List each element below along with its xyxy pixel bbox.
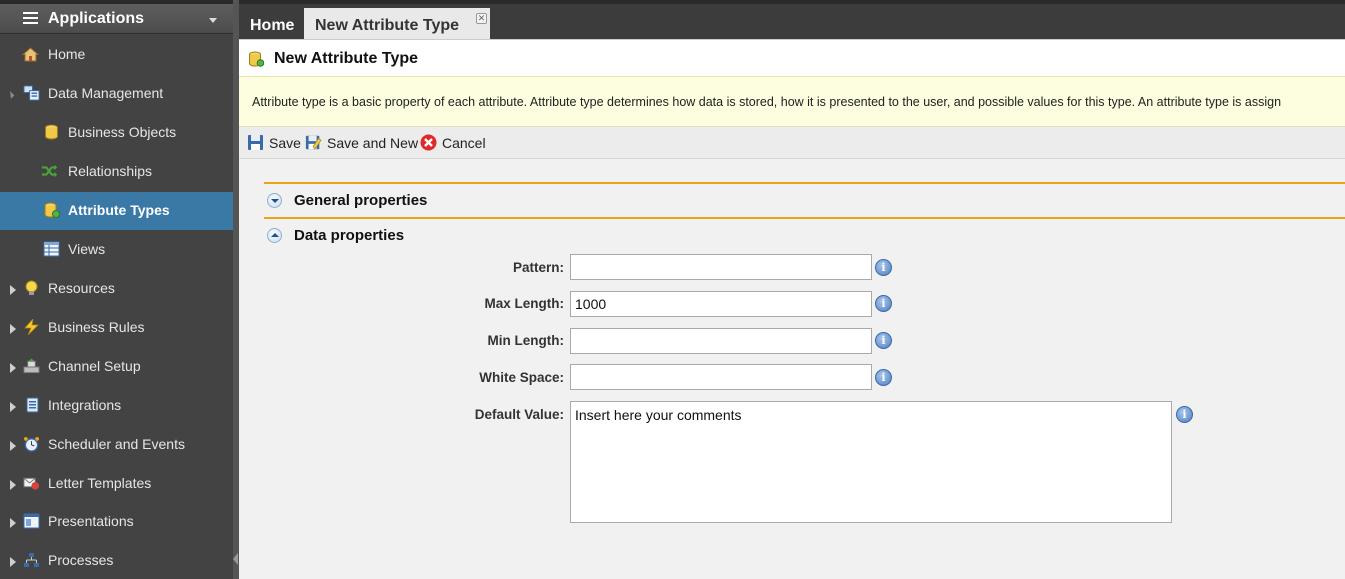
collapsed-arrow-icon bbox=[10, 324, 16, 334]
letter-templates-icon bbox=[23, 477, 40, 490]
save-and-new-icon bbox=[305, 135, 322, 150]
white-space-label: White Space: bbox=[479, 370, 564, 385]
min-length-label: Min Length: bbox=[487, 333, 564, 348]
data-properties-section[interactable]: Data properties bbox=[264, 217, 1345, 252]
sidebar-item-resources[interactable]: Resources bbox=[0, 270, 233, 306]
presentations-icon bbox=[23, 513, 40, 529]
max-length-input[interactable] bbox=[570, 291, 872, 317]
expanded-arrow-icon bbox=[6, 91, 15, 99]
sidebar-item-integrations[interactable]: Integrations bbox=[0, 387, 233, 423]
sidebar-item-label: Business Objects bbox=[68, 124, 177, 140]
sidebar-item-processes[interactable]: Processes bbox=[0, 542, 233, 578]
sidebar-item-label: Home bbox=[48, 46, 86, 62]
collapse-arrow-icon[interactable] bbox=[233, 553, 238, 565]
collapse-section-icon[interactable] bbox=[267, 228, 282, 243]
section-title: Data properties bbox=[294, 227, 405, 244]
sidebar-item-data-management[interactable]: Data Management bbox=[0, 75, 233, 111]
sidebar-item-relationships[interactable]: Relationships bbox=[0, 153, 233, 189]
processes-icon bbox=[24, 553, 39, 567]
default-value-info-icon[interactable]: i bbox=[1176, 406, 1193, 423]
page-description: Attribute type is a basic property of ea… bbox=[252, 95, 1282, 109]
collapsed-arrow-icon bbox=[10, 285, 16, 295]
min-length-info-icon[interactable]: i bbox=[875, 332, 892, 349]
main-content: New Attribute Type Attribute type is a b… bbox=[239, 39, 1345, 579]
close-tab-icon[interactable]: ✕ bbox=[476, 13, 487, 24]
sidebar-item-business-rules[interactable]: Business Rules bbox=[0, 309, 233, 345]
white-space-info-icon[interactable]: i bbox=[875, 369, 892, 386]
integrations-icon bbox=[26, 397, 39, 413]
sidebar-item-business-objects[interactable]: Business Objects bbox=[0, 114, 233, 150]
description-bar: Attribute type is a basic property of ea… bbox=[239, 76, 1345, 127]
applications-title: Applications bbox=[48, 10, 145, 27]
lightning-icon bbox=[24, 319, 39, 335]
tab-home[interactable]: Home bbox=[239, 8, 303, 43]
max-length-label: Max Length: bbox=[484, 296, 565, 311]
white-space-input[interactable] bbox=[570, 364, 872, 390]
pattern-info-icon[interactable]: i bbox=[875, 259, 892, 276]
general-properties-section[interactable]: General properties bbox=[264, 182, 1345, 217]
tab-bar: Home New Attribute Type ✕ bbox=[239, 0, 1345, 43]
pattern-label: Pattern: bbox=[512, 260, 564, 275]
sidebar-item-presentations[interactable]: Presentations bbox=[0, 503, 233, 539]
sidebar-item-label: Processes bbox=[48, 552, 114, 568]
sidebar-item-label: Views bbox=[68, 241, 106, 257]
tab-label: New Attribute Type bbox=[315, 17, 460, 34]
cancel-icon bbox=[420, 134, 437, 151]
min-length-input[interactable] bbox=[570, 328, 872, 354]
alarm-clock-icon bbox=[23, 436, 40, 452]
dropdown-caret-icon bbox=[209, 18, 217, 23]
tab-new-attribute-type[interactable]: New Attribute Type ✕ bbox=[304, 8, 490, 43]
sidebar: Applications Home Data Management Busine… bbox=[0, 0, 233, 579]
data-management-icon bbox=[23, 85, 40, 101]
sidebar-item-label: Attribute Types bbox=[68, 202, 170, 218]
sidebar-item-attribute-types[interactable]: Attribute Types bbox=[0, 192, 233, 230]
sidebar-item-label: Business Rules bbox=[48, 319, 145, 335]
sidebar-item-letter-templates[interactable]: Letter Templates bbox=[0, 465, 233, 501]
sidebar-item-label: Relationships bbox=[68, 163, 153, 179]
section-title: General properties bbox=[294, 192, 428, 209]
sidebar-item-label: Data Management bbox=[48, 85, 164, 101]
toolbar: Save Save and New Cancel bbox=[239, 127, 1345, 159]
save-label: Save bbox=[269, 135, 301, 151]
sidebar-item-scheduler-and-events[interactable]: Scheduler and Events bbox=[0, 426, 233, 462]
default-value-label: Default Value: bbox=[474, 407, 564, 422]
sidebar-item-label: Channel Setup bbox=[48, 358, 141, 374]
app-window: Applications Home Data Management Busine… bbox=[0, 0, 1345, 579]
channel-setup-icon bbox=[23, 358, 40, 374]
expand-section-icon[interactable] bbox=[267, 193, 282, 208]
collapsed-arrow-icon bbox=[10, 557, 16, 567]
database-icon bbox=[45, 124, 58, 140]
collapsed-arrow-icon bbox=[10, 518, 16, 528]
home-icon bbox=[22, 47, 39, 62]
sidebar-item-channel-setup[interactable]: Channel Setup bbox=[0, 348, 233, 384]
save-and-new-label: Save and New bbox=[327, 135, 419, 151]
max-length-info-icon[interactable]: i bbox=[875, 295, 892, 312]
sidebar-item-views[interactable]: Views bbox=[0, 231, 233, 267]
collapsed-arrow-icon bbox=[10, 480, 16, 490]
sidebar-item-label: Resources bbox=[48, 280, 115, 296]
tab-label: Home bbox=[250, 17, 295, 34]
sidebar-item-label: Presentations bbox=[48, 513, 134, 529]
default-value-textarea[interactable]: Insert here your comments bbox=[570, 401, 1172, 523]
collapsed-arrow-icon bbox=[10, 363, 16, 373]
cancel-label: Cancel bbox=[442, 135, 486, 151]
floppy-disk-icon bbox=[248, 135, 263, 150]
sidebar-item-label: Integrations bbox=[48, 397, 122, 413]
collapsed-arrow-icon bbox=[10, 441, 16, 451]
page-title: New Attribute Type bbox=[274, 50, 419, 67]
collapsed-arrow-icon bbox=[10, 402, 16, 412]
applications-menu-header[interactable]: Applications bbox=[0, 4, 233, 34]
sidebar-item-label: Scheduler and Events bbox=[48, 436, 185, 452]
page-header: New Attribute Type bbox=[239, 39, 1345, 76]
hamburger-icon bbox=[23, 12, 38, 24]
views-table-icon bbox=[43, 241, 60, 257]
sidebar-item-label: Letter Templates bbox=[48, 475, 152, 491]
sidebar-item-home[interactable]: Home bbox=[0, 36, 233, 72]
attribute-type-icon bbox=[249, 51, 264, 67]
pattern-input[interactable] bbox=[570, 254, 872, 280]
lightbulb-icon bbox=[25, 280, 38, 295]
relationships-icon bbox=[41, 164, 58, 178]
attribute-types-icon bbox=[44, 202, 60, 218]
